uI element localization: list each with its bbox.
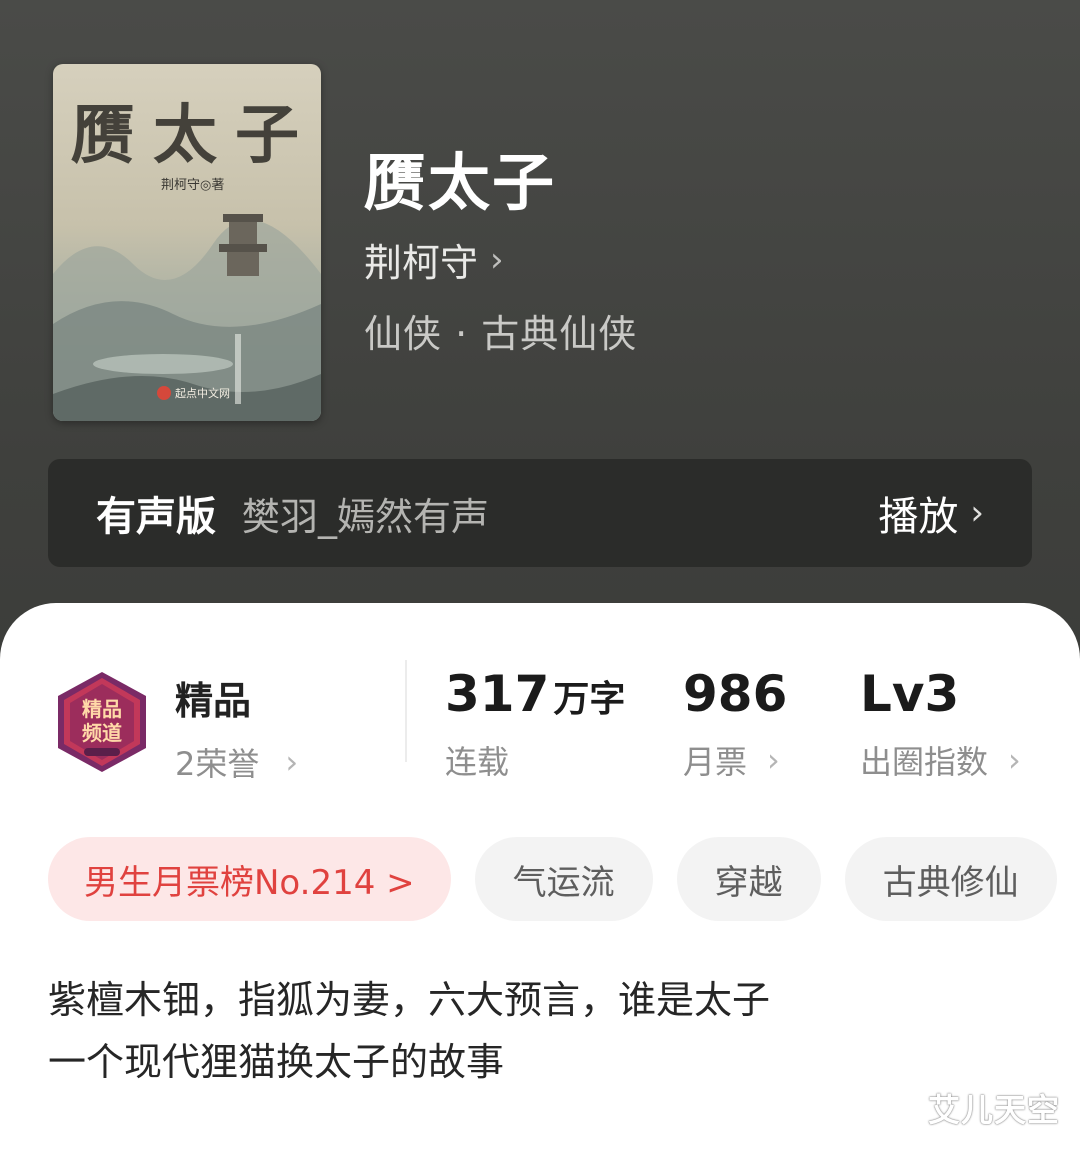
word-count-stat: 317 万字 连载 <box>445 665 625 783</box>
influence-index-label: 出圈指数 <box>860 743 989 781</box>
honor-count-row: 2荣誉 › <box>175 739 298 785</box>
honor-count: 2荣誉 <box>175 745 260 783</box>
audio-version-label: 有声版 <box>96 494 216 540</box>
cover-publisher: 起点中文网 <box>157 385 230 401</box>
influence-level-value: Lv3 <box>860 665 960 723</box>
svg-text:精品: 精品 <box>82 697 122 721</box>
chevron-right-icon: › <box>285 743 299 781</box>
book-title: 赝太子 <box>364 146 557 219</box>
tag-list: 男生月票榜No.214 > 气运流 穿越 古典修仙 <box>48 837 1057 921</box>
chevron-right-icon: › <box>970 493 984 533</box>
monthly-ranking-tag[interactable]: 男生月票榜No.214 > <box>48 837 451 921</box>
publisher-logo-icon <box>157 386 171 400</box>
monthly-ticket-stat[interactable]: 986 月票 › <box>683 665 787 783</box>
tag-chip[interactable]: 穿越 <box>676 837 821 921</box>
chevron-right-icon: › <box>767 741 780 779</box>
cover-publisher-label: 起点中文网 <box>175 387 230 400</box>
influence-index-stat[interactable]: Lv3 出圈指数 › <box>860 665 1021 783</box>
word-count-value: 317 <box>445 665 550 723</box>
watermark: 艾儿天空 <box>927 1091 1060 1129</box>
tag-chip[interactable]: 气运流 <box>474 837 653 921</box>
tag-chip[interactable]: 古典修仙 <box>844 837 1057 921</box>
author-link[interactable]: 荆柯守 › <box>364 232 504 287</box>
book-detail-card: 精品 频道 精品 2荣誉 › 317 万字 连载 986 月票 › Lv3 出圈… <box>0 603 1080 1149</box>
monthly-ticket-value: 986 <box>683 665 788 723</box>
honor-title: 精品 <box>175 679 252 723</box>
honor-summary[interactable]: 精品 2荣誉 › <box>175 670 298 785</box>
monthly-ticket-label: 月票 <box>683 743 748 781</box>
genre-label[interactable]: 仙侠 · 古典仙侠 <box>364 303 637 358</box>
play-button-label: 播放 <box>878 494 959 540</box>
description-line: 一个现代狸猫换太子的故事 <box>48 1040 505 1084</box>
author-name: 荆柯守 <box>364 241 479 285</box>
book-cover[interactable]: 赝太子 荆柯守◎著 起点中文网 <box>53 64 321 421</box>
word-count-unit: 万字 <box>553 679 626 720</box>
play-button[interactable]: 播放 › <box>878 484 984 542</box>
premium-channel-badge-icon[interactable]: 精品 频道 <box>50 670 154 774</box>
description-line: 紫檀木钿，指狐为妻，六大预言，谁是太子 <box>48 978 771 1022</box>
book-description[interactable]: 紫檀木钿，指狐为妻，六大预言，谁是太子 一个现代狸猫换太子的故事 <box>48 969 770 1093</box>
serial-status: 连载 <box>445 743 510 781</box>
audio-narrator: 樊羽_嫣然有声 <box>242 494 490 539</box>
divider <box>405 660 407 762</box>
chevron-right-icon: › <box>1008 741 1021 779</box>
audio-version-bar[interactable]: 有声版 樊羽_嫣然有声 播放 › <box>48 459 1032 567</box>
cover-title: 赝太子 <box>71 98 317 173</box>
svg-text:频道: 频道 <box>82 721 122 745</box>
chevron-right-icon: › <box>490 239 504 280</box>
